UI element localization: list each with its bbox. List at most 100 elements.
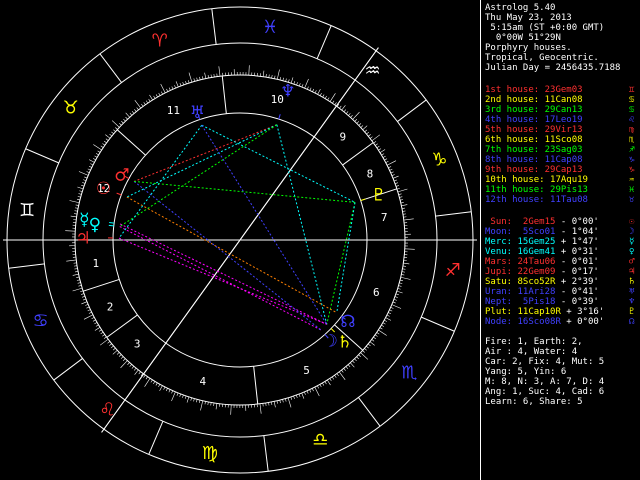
house-row: 4th house: 17Leo19	[485, 115, 583, 125]
planet-value: 5Sco01	[512, 227, 556, 237]
sign-cancer-glyph: ♋	[33, 310, 49, 331]
house-number-5: 5	[303, 364, 310, 377]
planet-uranus-glyph: ♅	[190, 103, 205, 123]
house-value: 11Tau08	[544, 195, 588, 205]
planet-glyph: ♅	[629, 287, 635, 297]
planet-tick	[108, 224, 114, 227]
house-value: 11Cap08	[539, 155, 583, 165]
header-line: 5:15am (ST +0:00 GMT)	[485, 23, 605, 33]
house-row: 12th house: 11Tau08	[485, 195, 588, 205]
summary-line: Air : 4, Water: 4	[485, 347, 578, 357]
planet-moon-glyph: ☽	[323, 331, 338, 351]
house-value: 29Can13	[539, 105, 583, 115]
planet-value: 11Ari28	[512, 287, 556, 297]
house-row: 9th house: 29Cap13	[485, 165, 583, 175]
planet-pluto-glyph: ♇	[371, 186, 386, 206]
house-value: 11Sco08	[539, 135, 583, 145]
house-number-2: 2	[107, 301, 114, 314]
planet-glyph: ♀	[629, 247, 635, 257]
planet-jupiter-glyph: ♃	[75, 229, 90, 249]
planet-label: Jupi:	[485, 267, 513, 277]
planet-value: 24Tau06	[512, 257, 556, 267]
house-sign-glyph: ♋	[629, 95, 635, 105]
house-value: 17Aqu19	[544, 175, 588, 185]
house-label: 8th house:	[485, 155, 540, 165]
planet-label: Satu:	[485, 277, 513, 287]
planet-value: 8Sco52R	[512, 277, 556, 287]
header-line: Tropical, Geocentric.	[485, 53, 599, 63]
planet-motion: + 0°00'	[560, 317, 605, 327]
house-number-9: 9	[340, 130, 347, 143]
house-row: 7th house: 23Sag03	[485, 145, 583, 155]
summary-line: M: 8, N: 3, A: 7, D: 4	[485, 377, 605, 387]
sign-pisces-glyph: ♓	[262, 17, 278, 38]
planet-row: Plut: 11Cap10R + 3°16'	[485, 307, 604, 317]
planet-motion: + 0°31'	[555, 247, 599, 257]
header-line: Thu May 23, 2013	[485, 13, 572, 23]
planet-glyph: ♇	[629, 307, 635, 317]
house-sign-glyph: ♊	[629, 85, 635, 95]
sign-gemini-glyph: ♊	[19, 200, 35, 221]
house-row: 10th house: 17Aqu19	[485, 175, 588, 185]
planet-value: 2Gem15	[512, 217, 556, 227]
planet-row: Sun: 2Gem15 - 0°00'	[485, 217, 598, 227]
planet-motion: - 0°01'	[555, 257, 599, 267]
house-label: 11th house:	[485, 185, 545, 195]
summary-line: Ang: 1, Suc: 4, Cad: 6	[485, 387, 605, 397]
summary-line: Yang: 5, Yin: 6	[485, 367, 567, 377]
planet-tick	[109, 221, 115, 224]
house-row: 11th house: 29Pis13	[485, 185, 588, 195]
sign-capricorn-glyph: ♑	[431, 150, 447, 171]
house-sign-glyph: ♋	[629, 105, 635, 115]
planet-label: Nept:	[485, 297, 513, 307]
sign-aries-glyph: ♈	[152, 31, 168, 52]
house-sign-glyph: ♒	[629, 175, 635, 185]
house-row: 6th house: 11Sco08	[485, 135, 583, 145]
house-label: 2nd house:	[485, 95, 540, 105]
planet-sun-glyph: ☉	[96, 179, 111, 199]
planet-label: Node:	[485, 317, 513, 327]
house-value: 29Pis13	[544, 185, 588, 195]
house-value: 23Sag03	[539, 145, 583, 155]
planet-saturn-glyph: ♄	[337, 333, 352, 353]
house-row: 2nd house: 11Can08	[485, 95, 583, 105]
summary-line: Fire: 1, Earth: 2,	[485, 337, 583, 347]
house-label: 7th house:	[485, 145, 540, 155]
house-number-11: 11	[167, 104, 180, 117]
house-row: 3rd house: 29Can13	[485, 105, 583, 115]
planet-value: 15Gem25	[512, 237, 556, 247]
planet-label: Sun:	[485, 217, 513, 227]
house-label: 3rd house:	[485, 105, 540, 115]
planet-value: 16Gem41	[512, 247, 556, 257]
summary-line: Car: 2, Fix: 4, Mut: 5	[485, 357, 605, 367]
house-sign-glyph: ♑	[629, 165, 635, 175]
header-line: 0°00W 51°29N	[485, 33, 561, 43]
planet-glyph: ♄	[629, 277, 635, 287]
planet-label: Uran:	[485, 287, 513, 297]
planet-label: Merc:	[485, 237, 513, 247]
planet-glyph: ♆	[629, 297, 635, 307]
planet-label: Venu:	[485, 247, 513, 257]
summary-line: Learn: 6, Share: 5	[485, 397, 583, 407]
planet-neptune-glyph: ♆	[280, 81, 295, 101]
house-number-8: 8	[367, 167, 374, 180]
house-value: 23Gem03	[539, 85, 583, 95]
sign-virgo-glyph: ♍	[202, 443, 218, 464]
house-row: 5th house: 29Vir13	[485, 125, 583, 135]
house-label: 12th house:	[485, 195, 545, 205]
planet-mars-glyph: ♂	[114, 166, 129, 186]
planet-motion: - 0°41'	[555, 287, 599, 297]
house-number-4: 4	[199, 375, 206, 388]
planet-node-glyph: ☊	[340, 312, 355, 332]
planet-label: Mars:	[485, 257, 513, 267]
planet-motion: - 1°04'	[555, 227, 599, 237]
house-sign-glyph: ♓	[629, 185, 635, 195]
sign-libra-glyph: ♎	[312, 429, 328, 450]
planet-motion: - 0°39'	[555, 297, 599, 307]
planet-row: Uran: 11Ari28 - 0°41'	[485, 287, 599, 297]
sign-scorpio-glyph: ♏	[401, 363, 417, 384]
house-number-1: 1	[93, 257, 100, 270]
house-sign-glyph: ♌	[629, 115, 635, 125]
planet-motion: - 0°17'	[555, 267, 599, 277]
house-value: 29Cap13	[539, 165, 583, 175]
